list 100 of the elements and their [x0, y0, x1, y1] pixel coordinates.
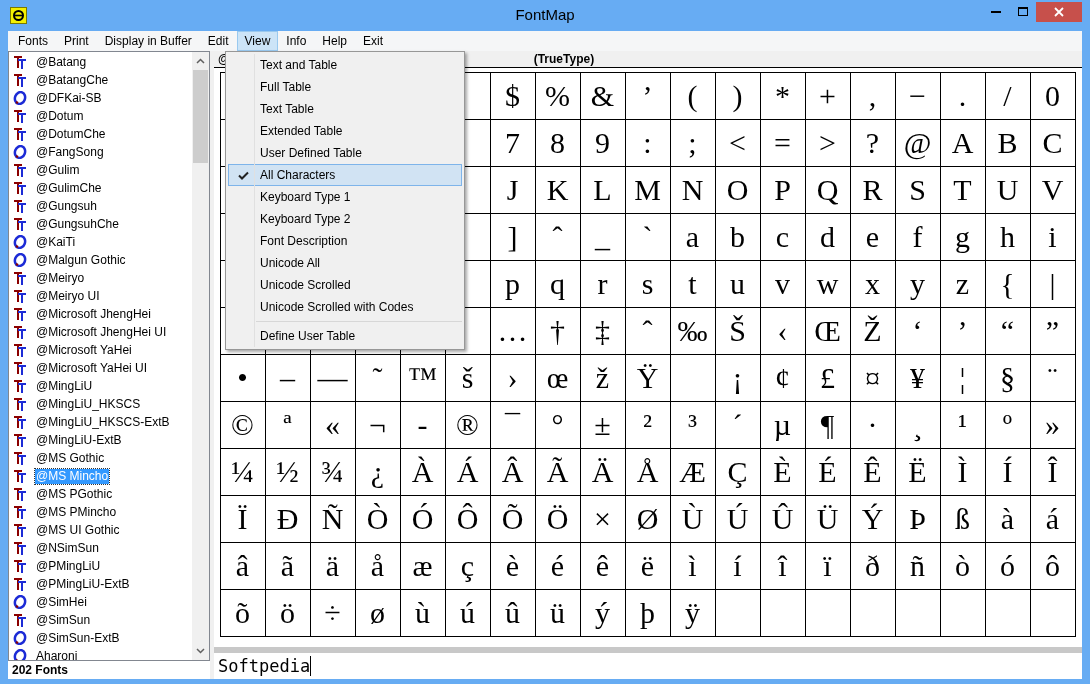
character-cell[interactable]: ¥ [895, 354, 940, 401]
font-list-item[interactable]: @GulimChe [35, 180, 103, 196]
character-cell[interactable]: Ê [850, 448, 895, 495]
character-cell[interactable]: Õ [490, 495, 535, 542]
character-cell[interactable]: ¼ [220, 448, 265, 495]
character-cell[interactable]: Ö [535, 495, 580, 542]
character-cell[interactable]: † [535, 307, 580, 354]
font-list-item[interactable]: @MS PGothic [35, 486, 114, 502]
character-cell[interactable]: è [490, 542, 535, 589]
font-list-item[interactable]: @Microsoft YaHei [35, 342, 133, 358]
character-cell[interactable]: Ä [580, 448, 625, 495]
character-cell[interactable]: + [805, 72, 850, 119]
character-cell[interactable]: ¨ [1030, 354, 1075, 401]
font-list-item[interactable]: Aharoni [35, 648, 79, 660]
character-cell[interactable]: B [985, 119, 1030, 166]
character-cell[interactable]: Û [760, 495, 805, 542]
menu-item[interactable]: Display in Buffer [96, 31, 200, 51]
character-cell[interactable]: g [940, 213, 985, 260]
character-cell[interactable]: t [670, 260, 715, 307]
character-cell[interactable]: h [985, 213, 1030, 260]
menu-item[interactable]: Print [56, 31, 97, 51]
character-cell[interactable]: Ý [850, 495, 895, 542]
character-cell[interactable]: 8 [535, 119, 580, 166]
character-cell[interactable]: ° [535, 401, 580, 448]
character-cell[interactable]: * [760, 72, 805, 119]
font-list-item[interactable]: @MingLiU_HKSCS [35, 396, 142, 412]
character-cell[interactable]: z [940, 260, 985, 307]
character-cell[interactable]: ï [805, 542, 850, 589]
character-cell[interactable]: ; [670, 119, 715, 166]
character-cell[interactable]: ó [985, 542, 1030, 589]
character-cell[interactable]: ú [445, 589, 490, 636]
character-cell[interactable]: Ì [940, 448, 985, 495]
character-cell[interactable]: ¯ [490, 401, 535, 448]
character-cell[interactable]: Ò [355, 495, 400, 542]
menu-item[interactable]: Exit [355, 31, 392, 51]
character-cell[interactable]: ) [715, 72, 760, 119]
menu-item[interactable]: Info [278, 31, 315, 51]
character-cell[interactable]: d [805, 213, 850, 260]
character-cell[interactable]: â [220, 542, 265, 589]
character-cell[interactable]: ¿ [355, 448, 400, 495]
character-cell[interactable]: K [535, 166, 580, 213]
character-cell[interactable]: % [535, 72, 580, 119]
character-cell[interactable]: ¶ [805, 401, 850, 448]
character-cell[interactable]: 9 [580, 119, 625, 166]
menu-option[interactable]: Keyboard Type 1 [228, 186, 462, 208]
character-cell[interactable]: p [490, 260, 535, 307]
character-cell[interactable]: Ú [715, 495, 760, 542]
character-cell[interactable]: C [1030, 119, 1075, 166]
font-list-item[interactable]: @MS PMincho [35, 504, 118, 520]
character-cell[interactable]: < [715, 119, 760, 166]
font-list-item[interactable]: @DFKai-SB [35, 90, 103, 106]
character-cell[interactable]: à [985, 495, 1030, 542]
menu-option[interactable]: Keyboard Type 2 [228, 208, 462, 230]
character-cell[interactable]: ž [580, 354, 625, 401]
character-cell[interactable]: ´ [715, 401, 760, 448]
character-cell[interactable]: ÷ [310, 589, 355, 636]
menu-option[interactable]: Font Description [228, 230, 462, 252]
character-cell[interactable]: x [850, 260, 895, 307]
character-cell[interactable]: f [895, 213, 940, 260]
character-cell[interactable]: S [895, 166, 940, 213]
font-list-item[interactable]: @MingLiU_HKSCS-ExtB [35, 414, 171, 430]
character-cell[interactable]: T [940, 166, 985, 213]
menu-option[interactable]: Define User Table [228, 325, 462, 347]
character-cell[interactable]: ë [625, 542, 670, 589]
character-cell[interactable]: § [985, 354, 1030, 401]
font-list-item[interactable]: @Gungsuh [35, 198, 98, 214]
character-cell[interactable]: Š [715, 307, 760, 354]
character-cell[interactable]: - [400, 401, 445, 448]
character-cell[interactable]: Î [1030, 448, 1075, 495]
character-cell[interactable]: V [1030, 166, 1075, 213]
character-cell[interactable]: á [1030, 495, 1075, 542]
character-cell[interactable]: ‘ [895, 307, 940, 354]
font-list-item[interactable]: @PMingLiU-ExtB [35, 576, 131, 592]
character-cell[interactable]: 7 [490, 119, 535, 166]
character-cell[interactable]: − [895, 72, 940, 119]
character-cell[interactable]: ½ [265, 448, 310, 495]
character-cell[interactable]: / [985, 72, 1030, 119]
font-list-item[interactable]: @DotumChe [35, 126, 107, 142]
character-cell[interactable]: Ç [715, 448, 760, 495]
character-cell[interactable]: O [715, 166, 760, 213]
scroll-thumb[interactable] [193, 70, 208, 163]
buffer-field[interactable]: Softpedia [214, 653, 1082, 679]
character-cell[interactable]: ] [490, 213, 535, 260]
character-cell[interactable]: ô [1030, 542, 1075, 589]
character-cell[interactable]: | [1030, 260, 1075, 307]
character-cell[interactable]: Å [625, 448, 670, 495]
menu-option[interactable]: Extended Table [228, 120, 462, 142]
font-list-item[interactable]: @MS UI Gothic [35, 522, 121, 538]
character-cell[interactable]: ³ [670, 401, 715, 448]
character-cell[interactable]: ˆ [535, 213, 580, 260]
character-cell[interactable]: ò [940, 542, 985, 589]
character-cell[interactable]: _ [580, 213, 625, 260]
character-cell[interactable]: Ü [805, 495, 850, 542]
font-list-item[interactable]: @Gulim [35, 162, 81, 178]
character-cell[interactable]: û [490, 589, 535, 636]
character-cell[interactable]: ê [580, 542, 625, 589]
character-cell[interactable]: Ÿ [625, 354, 670, 401]
character-cell[interactable]: & [580, 72, 625, 119]
character-cell[interactable]: c [760, 213, 805, 260]
menu-option[interactable]: Unicode All [228, 252, 462, 274]
